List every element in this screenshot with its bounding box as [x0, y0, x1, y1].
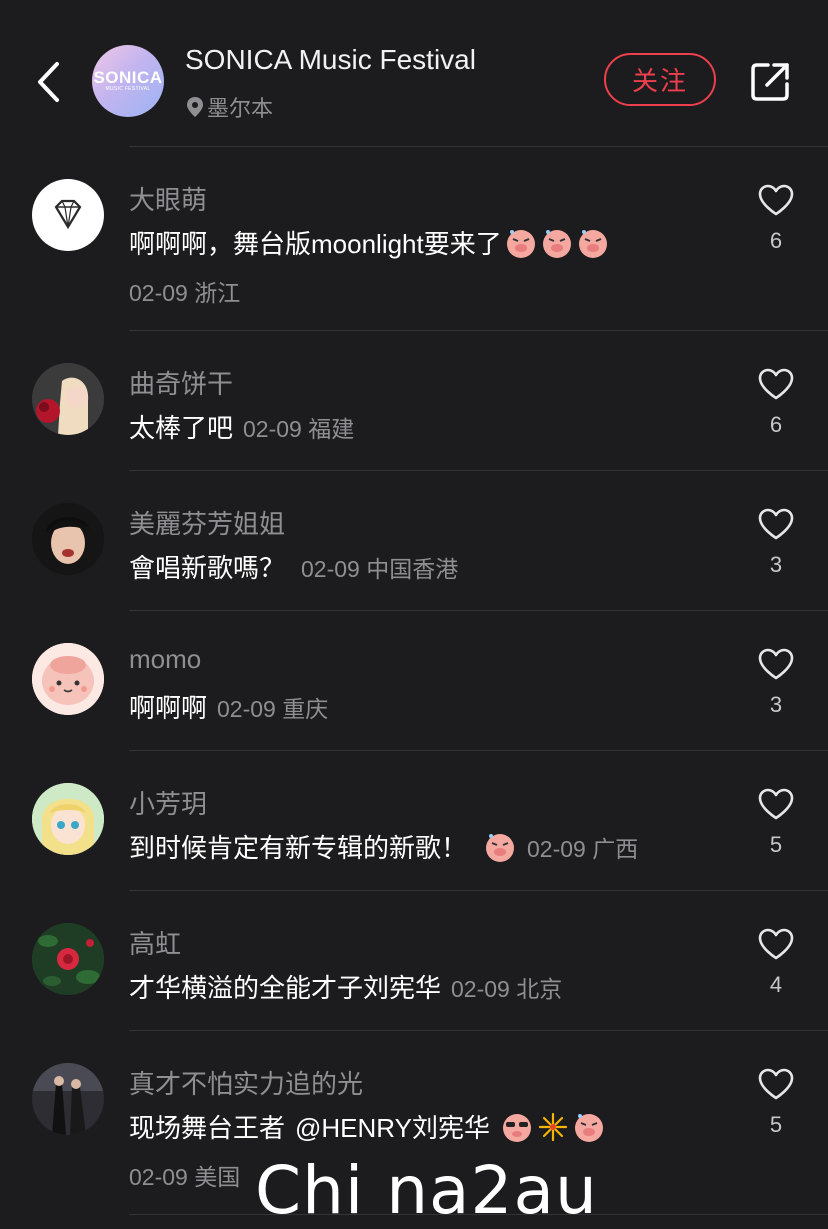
avatar[interactable] [32, 923, 104, 995]
heart-icon[interactable] [757, 1067, 795, 1101]
avatar[interactable] [32, 363, 104, 435]
heart-icon[interactable] [757, 927, 795, 961]
divider [129, 890, 828, 891]
fireworks-emoji-icon [536, 1110, 570, 1144]
avatar[interactable] [32, 783, 104, 855]
comment-body: 才华横溢的全能才子刘宪华 [129, 973, 442, 1003]
pig-sunglasses-emoji-icon [500, 1110, 534, 1144]
comment-body: 啊啊啊，舞台版moonlight要来了 [129, 229, 502, 259]
pig-emoji-icon [504, 226, 538, 260]
like-count: 6 [769, 412, 783, 437]
heart-icon[interactable] [757, 507, 795, 541]
username[interactable]: 美麗芬芳姐姐 [129, 504, 285, 541]
divider [129, 146, 828, 147]
comment-body: 到时候肯定有新专辑的新歌！ [129, 833, 468, 863]
divider [129, 470, 828, 471]
like-count: 5 [769, 1112, 783, 1137]
back-chevron-icon[interactable] [30, 58, 70, 106]
comment-meta: 02-09 中国香港 [301, 555, 459, 582]
comment-text: 到时候肯定有新专辑的新歌！ 02-09 广西 [129, 828, 638, 865]
comment-body: 太棒了吧 [129, 413, 234, 443]
divider [129, 610, 828, 611]
username[interactable]: momo [129, 644, 201, 675]
divider [129, 750, 828, 751]
logo-text: SONICA [93, 68, 163, 87]
comment-body: 啊啊啊 [129, 693, 208, 723]
comment-meta: 02-09 广西 [527, 835, 639, 862]
avatar[interactable] [32, 503, 104, 575]
divider [129, 1030, 828, 1031]
heart-icon[interactable] [757, 647, 795, 681]
username[interactable]: 曲奇饼干 [129, 364, 233, 401]
share-icon[interactable] [748, 60, 792, 104]
location-label: 墨尔本 [207, 96, 274, 121]
comment-meta: 02-09 北京 [451, 975, 563, 1002]
username[interactable]: 小芳玥 [129, 784, 207, 821]
divider [129, 330, 828, 331]
festival-logo[interactable]: SONICA MUSIC FESTIVAL [92, 45, 164, 117]
heart-icon[interactable] [757, 367, 795, 401]
location: 墨尔本 [185, 91, 273, 123]
username[interactable]: 高虹 [129, 924, 181, 961]
follow-button[interactable]: 关注 [604, 53, 716, 106]
comment-meta: 02-09 福建 [243, 415, 355, 442]
heart-icon[interactable] [757, 183, 795, 217]
watermark: Chi na2au [255, 1152, 598, 1229]
like-count: 4 [769, 972, 783, 997]
username[interactable]: 大眼萌 [129, 180, 207, 217]
comment-meta: 02-09 重庆 [217, 695, 329, 722]
location-pin-icon [187, 97, 203, 117]
like-count: 6 [769, 228, 783, 253]
comment-text: 啊啊啊 02-09 重庆 [129, 688, 328, 725]
comment-text: 會唱新歌嗎？ 02-09 中国香港 [129, 548, 458, 585]
page-header: SONICA MUSIC FESTIVAL SONICA Music Festi… [0, 0, 828, 146]
page-title[interactable]: SONICA Music Festival [185, 44, 476, 76]
comment-body: 會唱新歌嗎？ [129, 553, 286, 583]
logo-subtext: MUSIC FESTIVAL [105, 86, 151, 92]
comment-body: 现场舞台王者 [129, 1113, 286, 1143]
comment-text: 啊啊啊，舞台版moonlight要来了 [129, 224, 610, 261]
avatar[interactable] [32, 643, 104, 715]
like-count: 3 [769, 552, 783, 577]
pig-emoji-icon [576, 226, 610, 260]
comment-text: 才华横溢的全能才子刘宪华 02-09 北京 [129, 968, 562, 1005]
comment-text: 太棒了吧 02-09 福建 [129, 408, 354, 445]
mention-link[interactable]: @HENRY刘宪华 [295, 1108, 490, 1145]
username[interactable]: 真才不怕实力追的光 [129, 1064, 363, 1101]
comment-meta: 02-09 美国 [129, 1164, 241, 1190]
avatar[interactable] [32, 179, 104, 251]
avatar[interactable] [32, 1063, 104, 1135]
heart-icon[interactable] [757, 787, 795, 821]
pig-emoji-icon [540, 226, 574, 260]
pig-emoji-icon [572, 1110, 606, 1144]
comment-meta: 02-09 浙江 [129, 280, 241, 306]
like-count: 3 [769, 692, 783, 717]
comment-text: 现场舞台王者 @HENRY刘宪华 [129, 1108, 606, 1145]
like-count: 5 [769, 832, 783, 857]
pig-emoji-icon [483, 830, 517, 864]
